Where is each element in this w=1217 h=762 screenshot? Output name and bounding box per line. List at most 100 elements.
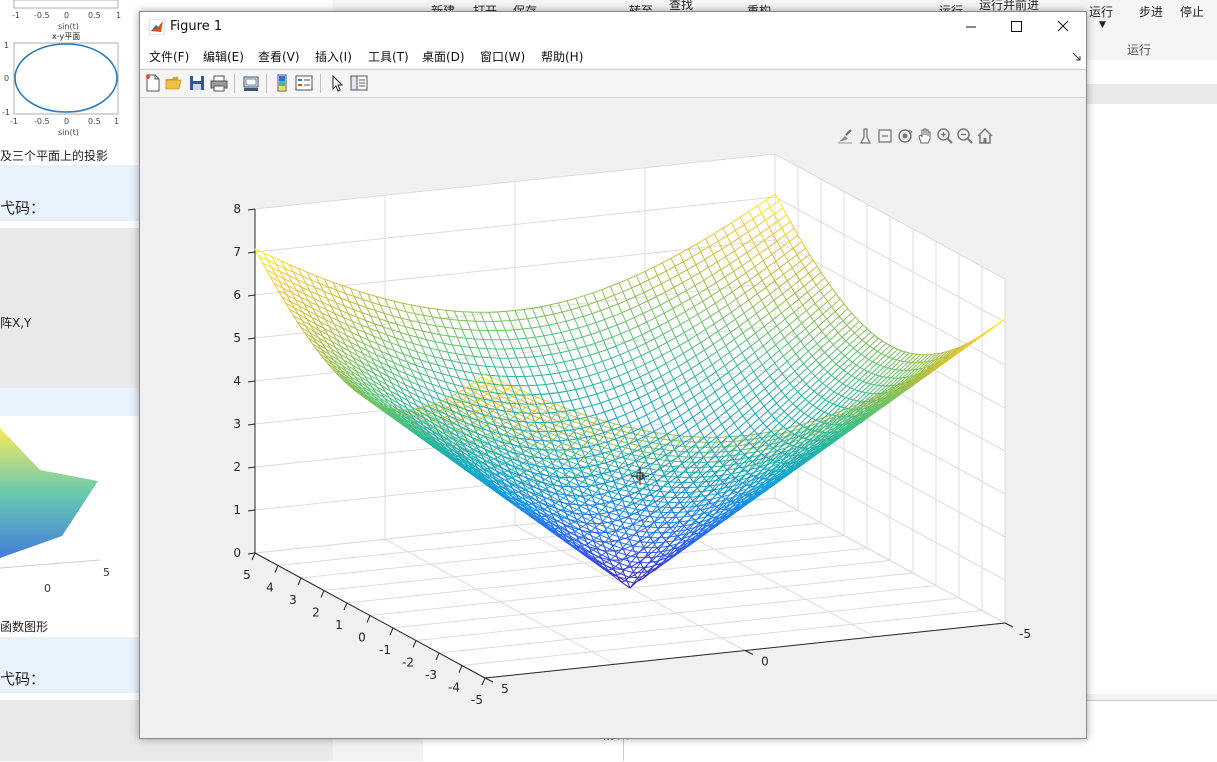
mesh-line — [517, 358, 526, 359]
mini-xlabel-top: sin(t) — [58, 22, 79, 31]
matlab-logo-icon — [149, 19, 165, 35]
mesh-line — [915, 369, 919, 370]
mini-ytick: 1 — [4, 41, 9, 50]
mesh-line — [883, 377, 887, 378]
mesh-line — [545, 403, 554, 404]
menu-view[interactable]: 查看(V) — [258, 48, 300, 65]
mesh-line — [525, 376, 534, 377]
mini-xtick: -0.5 — [34, 11, 50, 20]
open-file-icon[interactable] — [165, 74, 183, 92]
colorbar-icon[interactable] — [273, 74, 291, 92]
mesh-line — [932, 354, 936, 355]
close-icon[interactable] — [1040, 12, 1086, 42]
plot-area[interactable]: 012345678543210-1-2-3-4-5-505 — [140, 98, 1086, 738]
panel-header — [1085, 84, 1217, 105]
mesh-line — [467, 321, 476, 322]
mesh-line — [853, 400, 857, 401]
thumb-tick: 0 — [44, 582, 51, 595]
doc-caption: 及三个平面上的投影 — [0, 147, 108, 164]
mini-xtick: -0.5 — [34, 117, 50, 126]
mesh-line — [454, 311, 463, 312]
new-figure-icon[interactable] — [144, 74, 162, 92]
menu-file[interactable]: 文件(F) — [149, 48, 189, 65]
mesh-line — [673, 451, 682, 452]
mesh-line — [502, 321, 511, 322]
mini-xtick: 0 — [64, 11, 69, 20]
mesh-line — [510, 320, 519, 321]
surface-plot[interactable]: 012345678543210-1-2-3-4-5-505 — [140, 98, 1086, 738]
mesh-line — [549, 412, 558, 413]
mesh-line — [509, 339, 518, 340]
mesh-line — [482, 357, 491, 358]
mesh-line — [724, 441, 733, 442]
code-block — [0, 228, 140, 388]
toolbar-separator — [234, 74, 235, 93]
mesh-line — [466, 338, 475, 339]
menu-tools[interactable]: 工具(T) — [368, 48, 409, 65]
mini-ellipse-plot: -1 -0.5 0 0.5 1 sin(t) x-y平面 1 0 -1 -1 -… — [0, 0, 140, 150]
link-plot-icon[interactable] — [242, 74, 260, 92]
mesh-line — [583, 496, 592, 497]
mesh-line — [660, 491, 669, 492]
mesh-line — [902, 377, 906, 378]
mesh-line — [475, 339, 484, 340]
mesh-line — [471, 330, 480, 331]
code-label: 弋码： — [0, 668, 45, 689]
window-title: Figure 1 — [170, 19, 222, 34]
mesh-line — [896, 370, 900, 371]
mesh-line — [875, 385, 879, 386]
mesh-line — [518, 338, 527, 339]
maximize-icon[interactable] — [994, 12, 1040, 42]
menu-window[interactable]: 窗口(W) — [480, 48, 525, 65]
run-button[interactable]: 运行 — [1089, 3, 1113, 20]
mesh-line — [701, 472, 710, 473]
menu-edit[interactable]: 编辑(E) — [203, 48, 244, 65]
mesh-line — [462, 329, 471, 330]
mesh-line — [866, 393, 870, 394]
mesh-line — [857, 401, 861, 402]
menu-insert[interactable]: 插入(I) — [315, 48, 352, 65]
figure-window[interactable]: Figure 1 文件(F) 编辑(E) 查看(V) 插入(I) 工具(T) 桌… — [139, 11, 1087, 739]
mesh-line — [486, 366, 495, 367]
mesh-line — [533, 375, 542, 376]
mini-xtick: 1 — [114, 117, 119, 126]
mesh-line — [568, 459, 577, 460]
mini-xlabel: sin(t) — [58, 128, 79, 137]
mesh-line — [936, 353, 940, 354]
mesh-line — [579, 486, 588, 487]
mesh-line — [924, 362, 928, 363]
mesh-line — [505, 330, 514, 331]
mini-ytick: -1 — [2, 108, 10, 117]
mesh-line — [904, 362, 908, 363]
mesh-line — [541, 394, 550, 395]
chevron-down-icon[interactable]: ▼ — [1099, 20, 1106, 30]
mesh-line — [458, 320, 467, 321]
code-header-band — [0, 388, 140, 416]
mesh-line — [750, 486, 754, 487]
mesh-line — [694, 491, 703, 492]
mesh-line — [562, 486, 571, 487]
title-bar[interactable]: Figure 1 — [140, 12, 1086, 42]
mesh-line — [913, 354, 917, 355]
stop-button[interactable]: 停止 — [1180, 3, 1204, 20]
minimize-icon[interactable] — [948, 12, 994, 42]
mesh-line — [892, 369, 896, 370]
mesh-line — [909, 353, 913, 354]
legend-icon[interactable] — [295, 74, 313, 92]
mesh-line — [671, 477, 680, 478]
print-icon[interactable] — [210, 74, 228, 92]
doc-caption: 函数图形 — [0, 618, 48, 635]
menu-desktop[interactable]: 桌面(D) — [422, 48, 465, 65]
mini-xtick: 0.5 — [88, 11, 101, 20]
step-button[interactable]: 步进 — [1139, 3, 1163, 20]
figure-toolbar — [140, 69, 1086, 98]
mesh-line — [709, 462, 718, 463]
dock-arrow-icon[interactable] — [1072, 52, 1082, 62]
mini-xtick: -1 — [10, 117, 18, 126]
mesh-line — [575, 477, 584, 478]
code-label: 弋码： — [0, 197, 45, 218]
save-icon[interactable] — [188, 74, 206, 92]
property-editor-icon[interactable] — [350, 74, 368, 92]
menu-help[interactable]: 帮助(H) — [541, 48, 583, 65]
pointer-icon[interactable] — [328, 74, 346, 92]
